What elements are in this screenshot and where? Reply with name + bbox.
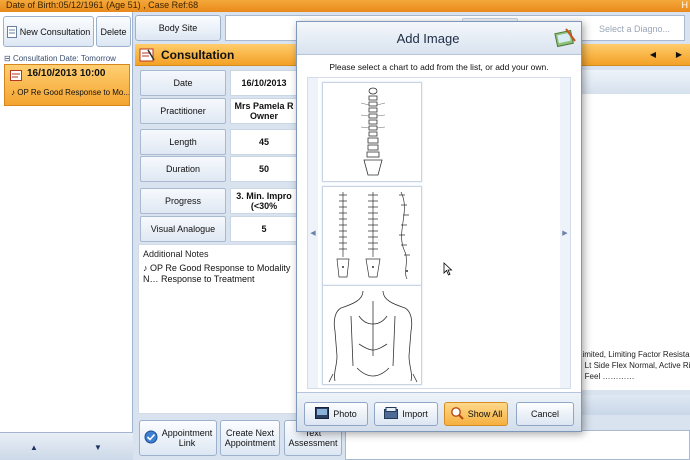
list-nav-bar: ▲ ▼ [0,432,133,460]
dialog-title: Add Image [396,31,460,46]
additional-notes-label: Additional Notes [143,249,209,259]
cancel-label: Cancel [530,409,559,419]
scroll-left-button[interactable]: ◀ [308,78,318,388]
delete-button[interactable]: Delete [96,16,131,47]
practitioner-value[interactable]: Mrs Pamela R Owner [230,98,298,124]
triangle-right-icon: ▶ [675,50,683,59]
scroll-up-button[interactable]: ▲ [4,439,64,455]
patient-info-bar: Date of Birth:05/12/1961 (Age 51) , Case… [0,0,690,12]
consultation-date-text: Consultation Date: Tomorrow [12,54,116,63]
consultation-item-summary: ♪ OP Re Good Response to Mo... [11,88,129,97]
duration-value[interactable]: 50 [230,156,298,182]
appointment-link-button[interactable]: Appointment Link [139,420,217,456]
triangle-left-icon: ◀ [649,50,657,59]
upper-back-body-chart [328,290,418,383]
upper-back-body-chart-thumbnail[interactable] [322,285,422,385]
create-next-line2: Appointment [224,438,276,448]
dialog-instruction: Please select a chart to add from the li… [329,62,549,72]
delete-label: Delete [100,26,127,37]
import-icon [384,407,399,421]
previous-button[interactable]: ◀ [642,44,664,65]
consultation-list-panel: New Consultation Delete ⊟ Consultation D… [0,12,133,460]
practitioner-label: Practitioner [140,98,226,124]
minus-icon: ⊟ [4,54,13,63]
scroll-down-button[interactable]: ▼ [68,439,128,455]
chart-list[interactable]: ◀ ▶ [307,77,571,389]
assessment-line: e Lt Side Flex Normal, Active Righ [578,361,690,370]
diagnosis-placeholder: Select a Diagno... [598,24,670,34]
chevron-left-icon: ◀ [310,230,316,237]
triangle-up-icon: ▲ [30,442,38,452]
photo-icon [315,407,330,421]
note-marker-icon: ♪ [143,263,151,273]
consultation-item-date: 16/10/2013 10:00 [27,68,106,79]
duration-label: Duration [140,156,226,182]
chevron-right-icon: ▶ [562,230,568,237]
length-value[interactable]: 45 [230,129,298,155]
progress-value[interactable]: 3. Min. Impro (<30% [230,188,298,214]
add-image-dialog: Add Image Please select a chart to add f… [296,21,582,432]
corner-char: H [681,0,689,10]
photo-label: Photo [333,409,357,419]
create-next-line1: Create Next [225,428,275,438]
spine-views-chart-thumbnail[interactable] [322,186,422,286]
consultation-list-item[interactable]: 16/10/2013 10:00 ♪ OP Re Good Response t… [4,64,130,106]
progress-value-line2: (<30% [250,201,278,211]
new-consultation-label: New Consultation [19,26,91,37]
assessment-toolbar [578,70,690,94]
notes-content: OP Re Good Response to Modality N… Respo… [143,263,291,284]
photo-button[interactable]: Photo [304,402,368,426]
body-site-label: Body Site [158,23,198,33]
assessment-text: Limited, Limiting Factor Resistanc e Lt … [578,349,690,382]
cancel-button[interactable]: Cancel [516,402,574,426]
text-assessment-line2: Assessment [288,438,338,448]
new-consultation-button[interactable]: New Consultation [3,16,94,47]
assessment-bottom-bar [578,395,690,415]
practitioner-name: Mrs Pamela R [234,101,294,111]
consultation-title: Consultation [161,48,235,62]
show-all-button[interactable]: Show All [444,402,508,426]
progress-label: Progress [140,188,226,214]
date-label: Date [140,70,226,96]
assessment-line: d Feel ………… [578,372,635,381]
spine-views-chart [336,191,410,280]
progress-value-line1: 3. Min. Impro [236,191,292,201]
magnifier-icon [450,406,464,422]
dialog-title-bar: Add Image [297,22,581,55]
date-value[interactable]: 16/10/2013 [230,70,298,96]
assessment-panel [578,70,690,390]
image-edit-icon [553,27,577,49]
additional-notes-text: ♪ OP Re Good Response to Modality N… Res… [143,263,298,285]
consultation-date-group-label: ⊟ Consultation Date: Tomorrow [4,54,116,63]
patient-info-text: Date of Birth:05/12/1961 (Age 51) , Case… [6,0,199,10]
practitioner-role: Owner [249,111,278,121]
visual-analogue-value[interactable]: 5 [230,216,298,242]
triangle-down-icon: ▼ [94,442,102,452]
scroll-right-button[interactable]: ▶ [560,78,570,388]
visual-analogue-label: Visual Analogue [140,216,226,242]
appointment-link-line2: Link [178,438,196,448]
mouse-cursor-icon [443,262,453,276]
consultation-icon [139,47,155,63]
consultation-note-icon [10,69,23,84]
spine-posterior-chart-thumbnail[interactable] [322,82,422,182]
import-label: Import [402,409,428,419]
length-label: Length [140,129,226,155]
create-next-appointment-button[interactable]: Create Next Appointment [220,420,280,456]
appointment-link-line1: Appointment [161,428,213,438]
import-button[interactable]: Import [374,402,438,426]
next-button[interactable]: ▶ [668,44,690,65]
body-site-button[interactable]: Body Site [135,15,221,41]
show-all-label: Show All [467,409,503,419]
assessment-line: Limited, Limiting Factor Resistanc [578,350,690,359]
check-circle-icon [144,430,158,446]
spine-posterior-chart [360,87,386,176]
dialog-footer: Photo Import Show All Cancel [297,392,581,431]
consultation-item-summary-text: OP Re Good Response to Mo... [17,88,129,97]
footer-input-area[interactable] [345,430,690,460]
document-icon [6,25,17,38]
